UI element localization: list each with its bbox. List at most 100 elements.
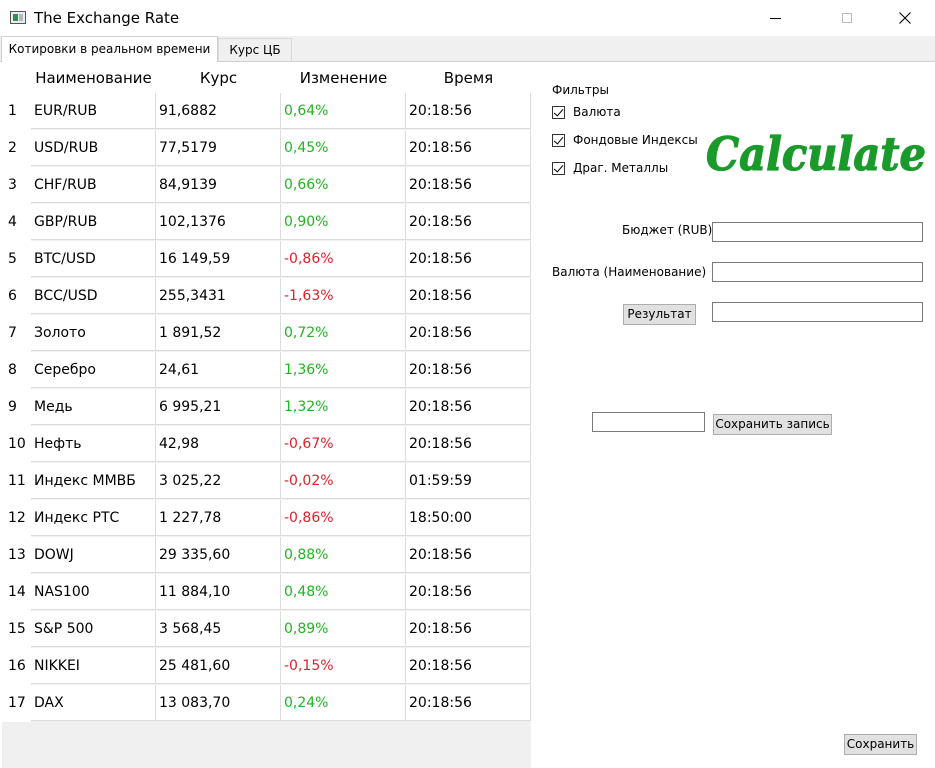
table-row[interactable]: 16 NIKKEI 25 481,60 -0,15% 20:18:56 [2, 648, 531, 685]
save-button[interactable]: Сохранить [844, 734, 917, 755]
result-button[interactable]: Результат [623, 304, 696, 325]
cell-time[interactable]: 20:18:56 [406, 574, 531, 610]
cell-rate[interactable]: 1 891,52 [156, 315, 281, 351]
cell-change[interactable]: -1,63% [281, 278, 406, 314]
tab-central-bank-rate[interactable]: Курс ЦБ [218, 38, 292, 61]
table-row[interactable]: 9 Медь 6 995,21 1,32% 20:18:56 [2, 389, 531, 426]
cell-name[interactable]: S&P 500 [31, 611, 156, 647]
table-row[interactable]: 17 DAX 13 083,70 0,24% 20:18:56 [2, 685, 531, 722]
cell-rate[interactable]: 13 083,70 [156, 685, 281, 721]
cell-rate[interactable]: 42,98 [156, 426, 281, 462]
cell-rate[interactable]: 255,3431 [156, 278, 281, 314]
cell-name[interactable]: NIKKEI [31, 648, 156, 684]
table-row[interactable]: 5 BTC/USD 16 149,59 -0,86% 20:18:56 [2, 241, 531, 278]
cell-name[interactable]: USD/RUB [31, 130, 156, 166]
cell-name[interactable]: Серебро [31, 352, 156, 388]
cell-change[interactable]: 0,66% [281, 167, 406, 203]
table-row[interactable]: 8 Серебро 24,61 1,36% 20:18:56 [2, 352, 531, 389]
cell-time[interactable]: 20:18:56 [406, 648, 531, 684]
minimize-button[interactable] [752, 0, 798, 36]
column-header-rate[interactable]: Курс [156, 63, 281, 93]
cell-change[interactable]: 1,36% [281, 352, 406, 388]
cell-rate[interactable]: 6 995,21 [156, 389, 281, 425]
cell-name[interactable]: Индекс ММВБ [31, 463, 156, 499]
cell-time[interactable]: 20:18:56 [406, 426, 531, 462]
filter-indices-checkbox[interactable]: Фондовые Индексы [552, 133, 698, 147]
cell-name[interactable]: Медь [31, 389, 156, 425]
column-header-change[interactable]: Изменение [281, 63, 406, 93]
cell-change[interactable]: -0,02% [281, 463, 406, 499]
cell-time[interactable]: 20:18:56 [406, 130, 531, 166]
cell-time[interactable]: 20:18:56 [406, 389, 531, 425]
cell-rate[interactable]: 16 149,59 [156, 241, 281, 277]
table-row[interactable]: 13 DOWJ 29 335,60 0,88% 20:18:56 [2, 537, 531, 574]
cell-name[interactable]: EUR/RUB [31, 93, 156, 129]
table-row[interactable]: 14 NAS100 11 884,10 0,48% 20:18:56 [2, 574, 531, 611]
table-row[interactable]: 7 Золото 1 891,52 0,72% 20:18:56 [2, 315, 531, 352]
cell-change[interactable]: 0,88% [281, 537, 406, 573]
result-output[interactable] [712, 302, 923, 322]
tab-realtime-quotes[interactable]: Котировки в реальном времени [1, 36, 218, 62]
cell-time[interactable]: 20:18:56 [406, 352, 531, 388]
cell-time[interactable]: 20:18:56 [406, 685, 531, 721]
cell-time[interactable]: 20:18:56 [406, 167, 531, 203]
cell-name[interactable]: Золото [31, 315, 156, 351]
cell-change[interactable]: 0,90% [281, 204, 406, 240]
cell-name[interactable]: DOWJ [31, 537, 156, 573]
column-header-time[interactable]: Время [406, 63, 531, 93]
table-row[interactable]: 11 Индекс ММВБ 3 025,22 -0,02% 01:59:59 [2, 463, 531, 500]
cell-time[interactable]: 20:18:56 [406, 611, 531, 647]
cell-rate[interactable]: 3 025,22 [156, 463, 281, 499]
cell-change[interactable]: 0,45% [281, 130, 406, 166]
cell-rate[interactable]: 29 335,60 [156, 537, 281, 573]
cell-name[interactable]: GBP/RUB [31, 204, 156, 240]
cell-change[interactable]: 0,24% [281, 685, 406, 721]
cell-change[interactable]: 0,89% [281, 611, 406, 647]
cell-time[interactable]: 20:18:56 [406, 93, 531, 129]
cell-name[interactable]: BTC/USD [31, 241, 156, 277]
cell-time[interactable]: 20:18:56 [406, 537, 531, 573]
cell-time[interactable]: 01:59:59 [406, 463, 531, 499]
cell-change[interactable]: 0,72% [281, 315, 406, 351]
cell-rate[interactable]: 102,1376 [156, 204, 281, 240]
cell-name[interactable]: NAS100 [31, 574, 156, 610]
cell-rate[interactable]: 3 568,45 [156, 611, 281, 647]
cell-rate[interactable]: 25 481,60 [156, 648, 281, 684]
table-row[interactable]: 2 USD/RUB 77,5179 0,45% 20:18:56 [2, 130, 531, 167]
quotes-table[interactable]: Наименование Курс Изменение Время 1 EUR/R… [2, 63, 531, 768]
cell-change[interactable]: 1,32% [281, 389, 406, 425]
cell-change[interactable]: 0,64% [281, 93, 406, 129]
currency-input[interactable] [712, 262, 923, 282]
table-row[interactable]: 15 S&P 500 3 568,45 0,89% 20:18:56 [2, 611, 531, 648]
table-row[interactable]: 3 CHF/RUB 84,9139 0,66% 20:18:56 [2, 167, 531, 204]
filter-currency-checkbox[interactable]: Валюта [552, 105, 621, 119]
cell-time[interactable]: 20:18:56 [406, 278, 531, 314]
cell-rate[interactable]: 24,61 [156, 352, 281, 388]
table-row[interactable]: 1 EUR/RUB 91,6882 0,64% 20:18:56 [2, 93, 531, 130]
cell-rate[interactable]: 91,6882 [156, 93, 281, 129]
cell-time[interactable]: 20:18:56 [406, 315, 531, 351]
cell-rate[interactable]: 77,5179 [156, 130, 281, 166]
table-row[interactable]: 6 BCC/USD 255,3431 -1,63% 20:18:56 [2, 278, 531, 315]
filter-metals-checkbox[interactable]: Драг. Металлы [552, 161, 668, 175]
maximize-button[interactable] [824, 0, 870, 36]
record-input[interactable] [592, 412, 705, 432]
cell-rate[interactable]: 1 227,78 [156, 500, 281, 536]
save-record-button[interactable]: Сохранить запись [713, 414, 832, 435]
budget-input[interactable] [712, 222, 923, 242]
cell-rate[interactable]: 84,9139 [156, 167, 281, 203]
table-row[interactable]: 12 Индекс РТС 1 227,78 -0,86% 18:50:00 [2, 500, 531, 537]
cell-change[interactable]: -0,86% [281, 241, 406, 277]
cell-rate[interactable]: 11 884,10 [156, 574, 281, 610]
cell-name[interactable]: Индекс РТС [31, 500, 156, 536]
cell-time[interactable]: 18:50:00 [406, 500, 531, 536]
cell-change[interactable]: 0,48% [281, 574, 406, 610]
table-row[interactable]: 10 Нефть 42,98 -0,67% 20:18:56 [2, 426, 531, 463]
column-header-name[interactable]: Наименование [31, 63, 156, 93]
cell-change[interactable]: -0,67% [281, 426, 406, 462]
cell-time[interactable]: 20:18:56 [406, 241, 531, 277]
cell-name[interactable]: CHF/RUB [31, 167, 156, 203]
cell-name[interactable]: BCC/USD [31, 278, 156, 314]
cell-name[interactable]: DAX [31, 685, 156, 721]
table-row[interactable]: 4 GBP/RUB 102,1376 0,90% 20:18:56 [2, 204, 531, 241]
